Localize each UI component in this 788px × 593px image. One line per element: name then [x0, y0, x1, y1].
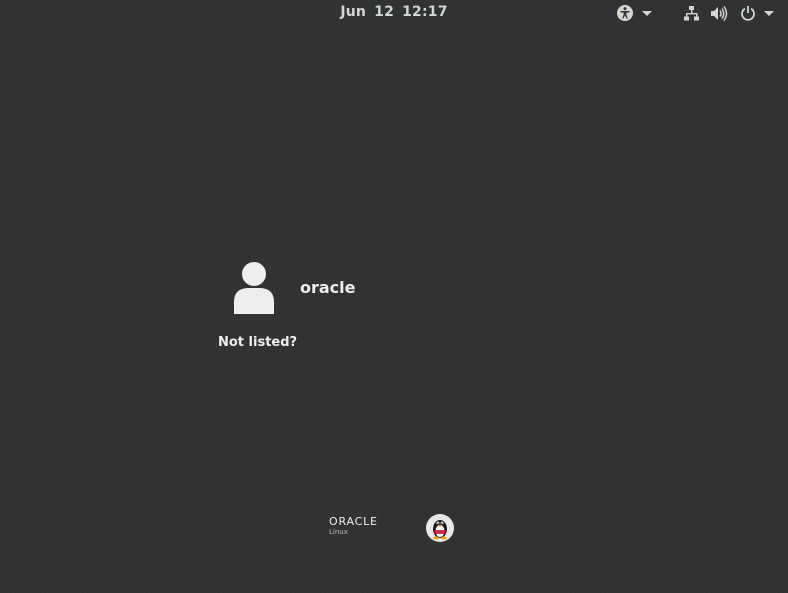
accessibility-menu[interactable]: [616, 4, 652, 22]
clock-time: 12:17: [402, 4, 448, 20]
top-bar: Jun 12 12:17: [0, 0, 788, 26]
chevron-down-icon: [764, 10, 774, 16]
brand-product: Linux: [329, 528, 348, 536]
user-list-item[interactable]: oracle: [222, 258, 356, 316]
user-name: oracle: [300, 277, 356, 297]
volume-icon: [710, 5, 728, 22]
power-icon: [740, 5, 756, 21]
chevron-down-icon: [642, 10, 652, 16]
accessibility-icon: [616, 4, 634, 22]
system-status-menu[interactable]: [683, 4, 774, 22]
user-silhouette-icon: [222, 258, 286, 316]
brand-vendor: ORACLE: [329, 515, 378, 528]
clock[interactable]: Jun 12 12:17: [0, 4, 788, 20]
tux-penguin-icon: [426, 514, 454, 542]
login-screen: Jun 12 12:17 oracle Not listed? ORACLE L…: [0, 0, 788, 593]
not-listed-button[interactable]: Not listed?: [218, 335, 297, 350]
oracle-linux-logo: ORACLE Linux: [329, 516, 389, 540]
clock-date: Jun 12: [340, 4, 395, 20]
network-wired-icon: [683, 5, 700, 22]
